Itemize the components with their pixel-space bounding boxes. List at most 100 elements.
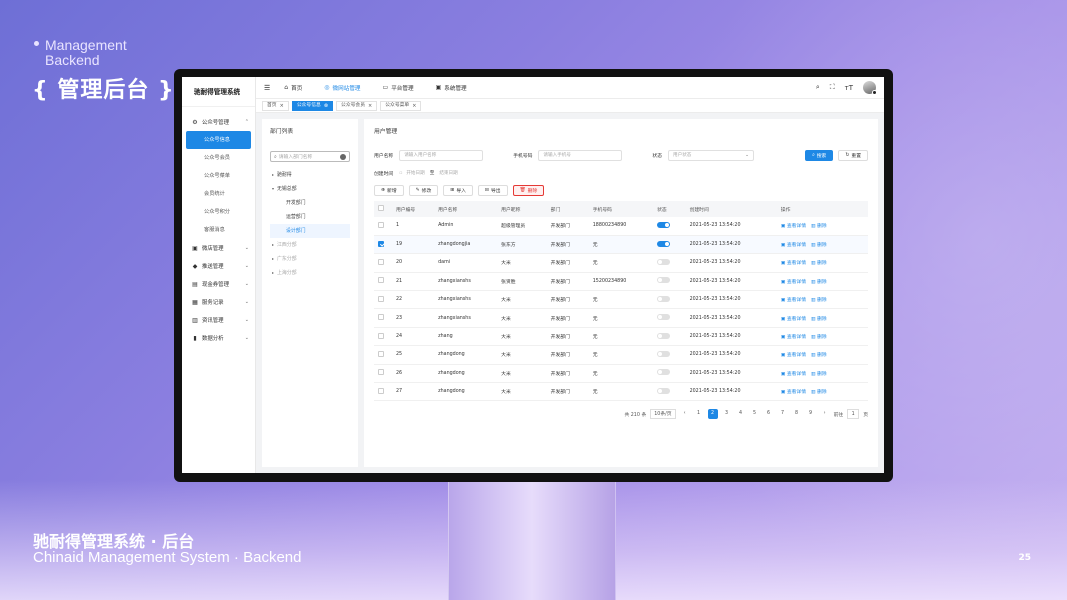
- sidebar-group-news[interactable]: ▥ 资讯管理 ⌄: [182, 311, 255, 329]
- delete-link[interactable]: ▥ 删除: [811, 317, 827, 322]
- tree-node-dev[interactable]: 开发部门: [270, 196, 350, 210]
- table-row[interactable]: 19 zhangdongjia 张东方 开发部门无 2021-05-23 13:54:2…: [374, 235, 868, 255]
- delete-link[interactable]: ▥ 删除: [811, 261, 827, 266]
- page-button[interactable]: 2: [707, 409, 718, 420]
- view-details-link[interactable]: ▣ 查看详情: [781, 224, 806, 229]
- sidebar-item-account-info[interactable]: 公众号信息: [186, 131, 251, 149]
- sidebar-item-account-menu[interactable]: 公众号菜单: [182, 167, 255, 185]
- page-button[interactable]: 1: [694, 409, 704, 419]
- sidebar-group-analytics[interactable]: ▮ 数据分析 ⌄: [182, 329, 255, 347]
- row-checkbox[interactable]: [378, 240, 384, 247]
- row-checkbox[interactable]: [378, 277, 384, 284]
- page-button[interactable]: 5: [750, 409, 760, 419]
- sidebar-item-service-messages[interactable]: 客服消息: [182, 221, 255, 239]
- fullscreen-icon[interactable]: ⛶: [830, 83, 835, 92]
- tree-node-jiangxi[interactable]: ▸ 江西分部: [270, 238, 350, 252]
- view-details-link[interactable]: ▣ 查看详情: [781, 335, 806, 340]
- status-toggle[interactable]: [657, 295, 671, 302]
- avatar[interactable]: [863, 81, 877, 95]
- page-button[interactable]: 4: [736, 409, 746, 419]
- page-button[interactable]: 7: [778, 409, 788, 419]
- search-icon[interactable]: ⌕: [816, 83, 820, 92]
- delete-link[interactable]: ▥ 删除: [811, 353, 827, 358]
- status-toggle[interactable]: [657, 240, 671, 247]
- row-checkbox[interactable]: [378, 369, 384, 376]
- tab-account-info[interactable]: 公众号信息 ⊗: [291, 100, 334, 111]
- delete-link[interactable]: ▥ 删除: [811, 243, 827, 248]
- delete-button[interactable]: 🗑 删除: [512, 185, 545, 196]
- page-button[interactable]: 6: [764, 409, 774, 419]
- sidebar-group-coupons[interactable]: ▤ 现金券管理 ⌄: [182, 275, 255, 293]
- next-page-icon[interactable]: ›: [820, 409, 830, 419]
- sidebar-group-shop[interactable]: ▣ 微店管理 ⌄: [182, 239, 255, 257]
- search-button-icon[interactable]: [340, 153, 346, 160]
- tree-node-shanghai[interactable]: ▸ 上海分部: [270, 266, 350, 280]
- row-checkbox[interactable]: [378, 221, 384, 228]
- row-checkbox[interactable]: [378, 314, 384, 321]
- topnav-system[interactable]: ▣ 系统管理: [436, 84, 467, 92]
- delete-link[interactable]: ▥ 删除: [811, 298, 827, 303]
- status-select[interactable]: 用户状态 ⌄: [668, 149, 755, 161]
- view-details-link[interactable]: ▣ 查看详情: [781, 243, 806, 248]
- row-checkbox[interactable]: [378, 295, 384, 302]
- sidebar-item-account-points[interactable]: 公众号积分: [182, 203, 255, 221]
- row-checkbox[interactable]: [378, 332, 384, 339]
- row-checkbox[interactable]: [378, 258, 384, 265]
- tree-node-design[interactable]: 设计部门: [270, 224, 350, 238]
- topnav-home[interactable]: ⌂ 首页: [284, 84, 302, 92]
- view-details-link[interactable]: ▣ 查看详情: [781, 372, 806, 377]
- sidebar-group-service-records[interactable]: ▦ 服务记录 ⌄: [182, 293, 255, 311]
- user-name-input[interactable]: 请输入用户名称: [399, 149, 484, 161]
- status-toggle[interactable]: [657, 221, 671, 228]
- sidebar-group-push[interactable]: ◆ 推送管理 ⌄: [182, 257, 255, 275]
- status-toggle[interactable]: [657, 369, 671, 376]
- export-button[interactable]: ⊟ 导出: [477, 185, 508, 196]
- date-range-picker[interactable]: ▫ 开始日期 至 结束日期: [399, 168, 462, 179]
- page-size-select[interactable]: 10条/页: [650, 409, 676, 420]
- delete-link[interactable]: ▥ 删除: [811, 224, 827, 229]
- goto-page-input[interactable]: 1: [847, 409, 860, 420]
- import-button[interactable]: ⊞ 导入: [443, 185, 473, 196]
- tree-node-guangdong[interactable]: ▸ 广东分部: [270, 252, 350, 266]
- page-button[interactable]: 3: [722, 409, 732, 419]
- tab-account-members[interactable]: 公众号会员 ×: [336, 100, 378, 111]
- view-details-link[interactable]: ▣ 查看详情: [781, 390, 806, 395]
- select-all-checkbox[interactable]: [378, 205, 384, 211]
- delete-link[interactable]: ▥ 删除: [811, 372, 827, 377]
- delete-link[interactable]: ▥ 删除: [811, 335, 827, 340]
- table-row[interactable]: 24 zhang 大米 开发部门无 2021-05-23 13:54:20 ▣ 查看详情 ▥…: [374, 327, 868, 347]
- page-button[interactable]: 9: [806, 409, 816, 419]
- row-checkbox[interactable]: [378, 387, 384, 394]
- topnav-microsite[interactable]: ◎ 微网站管理: [324, 84, 360, 92]
- table-row[interactable]: 27 zhangdong 大米 开发部门无 2021-05-23 13:54:20 ▣ 查…: [374, 382, 868, 402]
- status-toggle[interactable]: [657, 350, 671, 357]
- delete-link[interactable]: ▥ 删除: [811, 280, 827, 285]
- view-details-link[interactable]: ▣ 查看详情: [781, 261, 806, 266]
- tab-home[interactable]: 首页 ×: [262, 100, 289, 111]
- view-details-link[interactable]: ▣ 查看详情: [781, 353, 806, 358]
- view-details-link[interactable]: ▣ 查看详情: [781, 317, 806, 322]
- close-icon[interactable]: ×: [280, 101, 284, 111]
- status-toggle[interactable]: [657, 258, 671, 265]
- sidebar-group-public-account[interactable]: ⚙ 公众号管理 ⌃: [182, 113, 255, 131]
- tab-account-menu[interactable]: 公众号菜单 ×: [380, 100, 422, 111]
- close-icon[interactable]: ×: [412, 101, 416, 111]
- menu-fold-icon[interactable]: ☰: [264, 84, 270, 92]
- close-icon[interactable]: ⊗: [324, 101, 328, 111]
- phone-input[interactable]: 请输入手机号: [538, 149, 623, 161]
- prev-page-icon[interactable]: ‹: [680, 409, 690, 419]
- reset-button[interactable]: ↻ 重置: [838, 149, 868, 161]
- sidebar-item-member-stats[interactable]: 会员统计: [182, 185, 255, 203]
- table-row[interactable]: 21 zhangxianshs 张贤胜 开发部门 15200234890 2021-05-…: [374, 272, 868, 292]
- view-details-link[interactable]: ▣ 查看详情: [781, 280, 806, 285]
- row-checkbox[interactable]: [378, 350, 384, 357]
- table-row[interactable]: 26 zhangdong 大米 开发部门无 2021-05-23 13:54:20 ▣ 查…: [374, 364, 868, 384]
- search-button[interactable]: ⌕ 搜索: [805, 149, 834, 161]
- sidebar-item-account-members[interactable]: 公众号会员: [182, 149, 255, 167]
- delete-link[interactable]: ▥ 删除: [811, 390, 827, 395]
- tree-node-wuxi[interactable]: ▾ 无锡总部: [270, 182, 350, 196]
- page-button[interactable]: 8: [792, 409, 802, 419]
- status-toggle[interactable]: [657, 314, 671, 321]
- table-row[interactable]: 25 zhangdong 大米 开发部门无 2021-05-23 13:54:20 ▣ 查…: [374, 345, 868, 365]
- table-row[interactable]: 22 zhangxianshs 大米 开发部门无 2021-05-23 13:54:20…: [374, 290, 868, 310]
